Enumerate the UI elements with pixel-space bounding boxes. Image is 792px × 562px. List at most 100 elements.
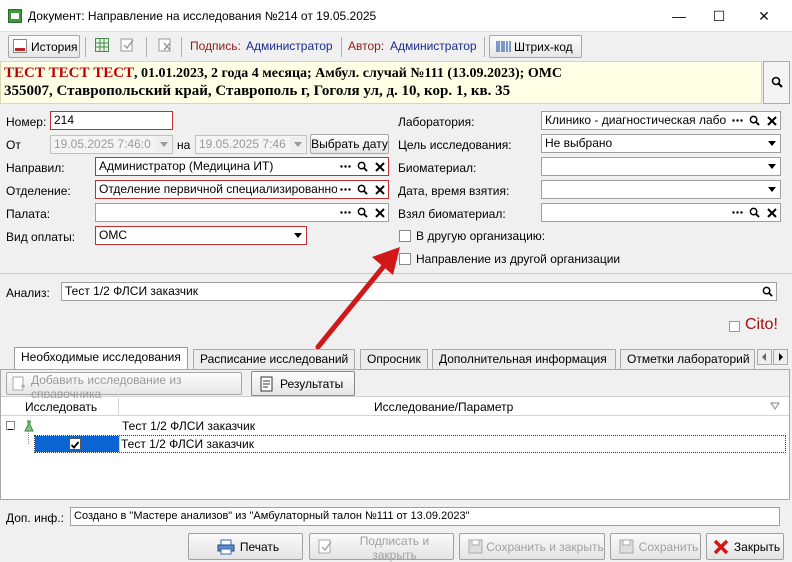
search-icon[interactable] (354, 204, 371, 221)
unsign-doc-icon[interactable] (158, 38, 174, 52)
chevron-down-icon[interactable] (764, 159, 779, 174)
tab-additional-info[interactable]: Дополнительная информация (432, 349, 616, 369)
taker-input[interactable] (541, 203, 781, 222)
patient-details: , 01.01.2023, 2 года 4 месяца; Амбул. сл… (134, 66, 563, 81)
tab-scroll-left[interactable] (757, 349, 772, 365)
clear-icon[interactable] (763, 112, 780, 129)
referrer-label: Направил: (6, 161, 65, 175)
extra-info-label: Доп. инф.: (6, 511, 64, 525)
ward-label: Палата: (6, 207, 51, 221)
history-button[interactable]: История (8, 35, 80, 58)
search-icon[interactable] (354, 158, 371, 175)
barcode-button[interactable]: Штрих-код (489, 35, 582, 58)
col-parameter[interactable]: Исследование/Параметр (374, 400, 513, 414)
biomaterial-label: Биоматериал: (398, 161, 477, 175)
signed-by-value: Администратор (246, 39, 333, 53)
add-from-reference-button[interactable]: Добавить исследование из справочника (6, 372, 242, 401)
clear-icon[interactable] (371, 158, 388, 175)
toolbar-separator (341, 37, 342, 57)
tab-required-investigations[interactable]: Необходимые исследования (14, 347, 188, 369)
goal-select[interactable]: Не выбрано (541, 134, 781, 153)
ward-input[interactable] (95, 203, 389, 222)
close-button[interactable]: Закрыть (706, 533, 784, 560)
to-label: на (177, 138, 191, 152)
patient-name: ТЕСТ ТЕСТ ТЕСТ (4, 65, 135, 81)
patient-info: ТЕСТ ТЕСТ ТЕСТ, 01.01.2023, 2 года 4 мес… (0, 61, 762, 104)
analysis-label: Анализ: (6, 286, 50, 300)
clear-icon[interactable] (371, 181, 388, 198)
results-doc-icon (260, 376, 274, 395)
save-icon (619, 539, 634, 557)
flask-icon (24, 420, 34, 435)
more-icon[interactable] (337, 204, 354, 221)
chevron-down-icon[interactable] (764, 182, 779, 197)
from-other-org-label: Направление из другой организации (416, 252, 621, 266)
close-icon (713, 539, 729, 558)
patient-search-button[interactable] (763, 61, 790, 104)
printer-icon (217, 539, 235, 558)
more-icon[interactable] (729, 112, 746, 129)
search-icon[interactable] (746, 112, 763, 129)
chevron-right-icon (779, 353, 783, 361)
signed-by-label: Подпись: (190, 39, 241, 53)
from-date-input[interactable]: 19.05.2025 7:46:0 (50, 135, 173, 154)
chevron-down-icon[interactable] (290, 137, 305, 152)
row-label: Тест 1/2 ФЛСИ заказчик (121, 437, 254, 451)
close-window-button[interactable]: ✕ (741, 0, 787, 32)
save-icon (468, 539, 483, 557)
tab-lab-marks[interactable]: Отметки лабораторий (620, 349, 755, 369)
author-label: Автор: (348, 39, 385, 53)
cito-checkbox[interactable] (729, 321, 740, 332)
department-input[interactable]: Отделение первичной специализированно (95, 180, 389, 199)
search-icon[interactable] (759, 283, 776, 300)
results-button[interactable]: Результаты (251, 371, 355, 396)
save-close-button[interactable]: Сохранить и закрыть (459, 533, 605, 560)
number-input[interactable]: 214 (50, 111, 173, 130)
tab-schedule[interactable]: Расписание исследований (193, 349, 355, 369)
table-row[interactable]: Тест 1/2 ФЛСИ заказчик (1, 418, 789, 435)
maximize-button[interactable]: ☐ (696, 0, 742, 32)
chevron-down-icon[interactable] (764, 136, 779, 151)
choose-date-button[interactable]: Выбрать дату (310, 134, 389, 154)
search-icon[interactable] (746, 204, 763, 221)
search-icon[interactable] (354, 181, 371, 198)
toolbar-separator (484, 37, 485, 57)
print-button[interactable]: Печать (188, 533, 303, 560)
goal-label: Цель исследования: (398, 138, 512, 152)
col-investigate[interactable]: Исследовать (25, 400, 97, 414)
filter-icon[interactable] (770, 400, 780, 414)
datetime-select[interactable] (541, 180, 781, 199)
clear-icon[interactable] (763, 204, 780, 221)
chevron-down-icon[interactable] (156, 137, 171, 152)
biomaterial-select[interactable] (541, 157, 781, 176)
to-date-input[interactable]: 19.05.2025 7:46 (195, 135, 307, 154)
more-icon[interactable] (337, 181, 354, 198)
tree-line (28, 430, 29, 444)
number-label: Номер: (6, 115, 47, 129)
grid-header: Исследовать Исследование/Параметр (1, 398, 789, 416)
search-icon (771, 76, 783, 91)
row-label: Тест 1/2 ФЛСИ заказчик (122, 419, 255, 433)
save-button[interactable]: Сохранить (610, 533, 701, 560)
tab-questionnaire[interactable]: Опросник (360, 349, 428, 369)
toolbar-separator (181, 37, 182, 57)
collapse-icon[interactable] (6, 421, 15, 430)
clear-icon[interactable] (371, 204, 388, 221)
title-bar: Документ: Направление на исследования №2… (0, 0, 792, 32)
more-icon[interactable] (729, 204, 746, 221)
referrer-input[interactable]: Администратор (Медицина ИТ) (95, 157, 389, 176)
more-icon[interactable] (337, 158, 354, 175)
investigate-checkbox[interactable] (69, 438, 81, 450)
department-label: Отделение: (6, 184, 71, 198)
table-icon[interactable] (95, 38, 109, 52)
lab-input[interactable]: Клинико - диагностическая лабо (541, 111, 781, 130)
sign-close-button[interactable]: Подписать и закрыть (309, 533, 454, 562)
sign-doc-icon[interactable] (120, 38, 136, 52)
analysis-input[interactable]: Тест 1/2 ФЛСИ заказчик (61, 282, 777, 301)
table-row[interactable]: Тест 1/2 ФЛСИ заказчик (34, 435, 786, 453)
annotation-arrow-icon (315, 247, 400, 350)
history-icon (13, 39, 27, 53)
extra-info-input[interactable]: Создано в "Мастере анализов" из "Амбулат… (70, 507, 780, 526)
payment-select[interactable]: ОМС (95, 226, 307, 245)
tab-scroll-right[interactable] (773, 349, 788, 365)
